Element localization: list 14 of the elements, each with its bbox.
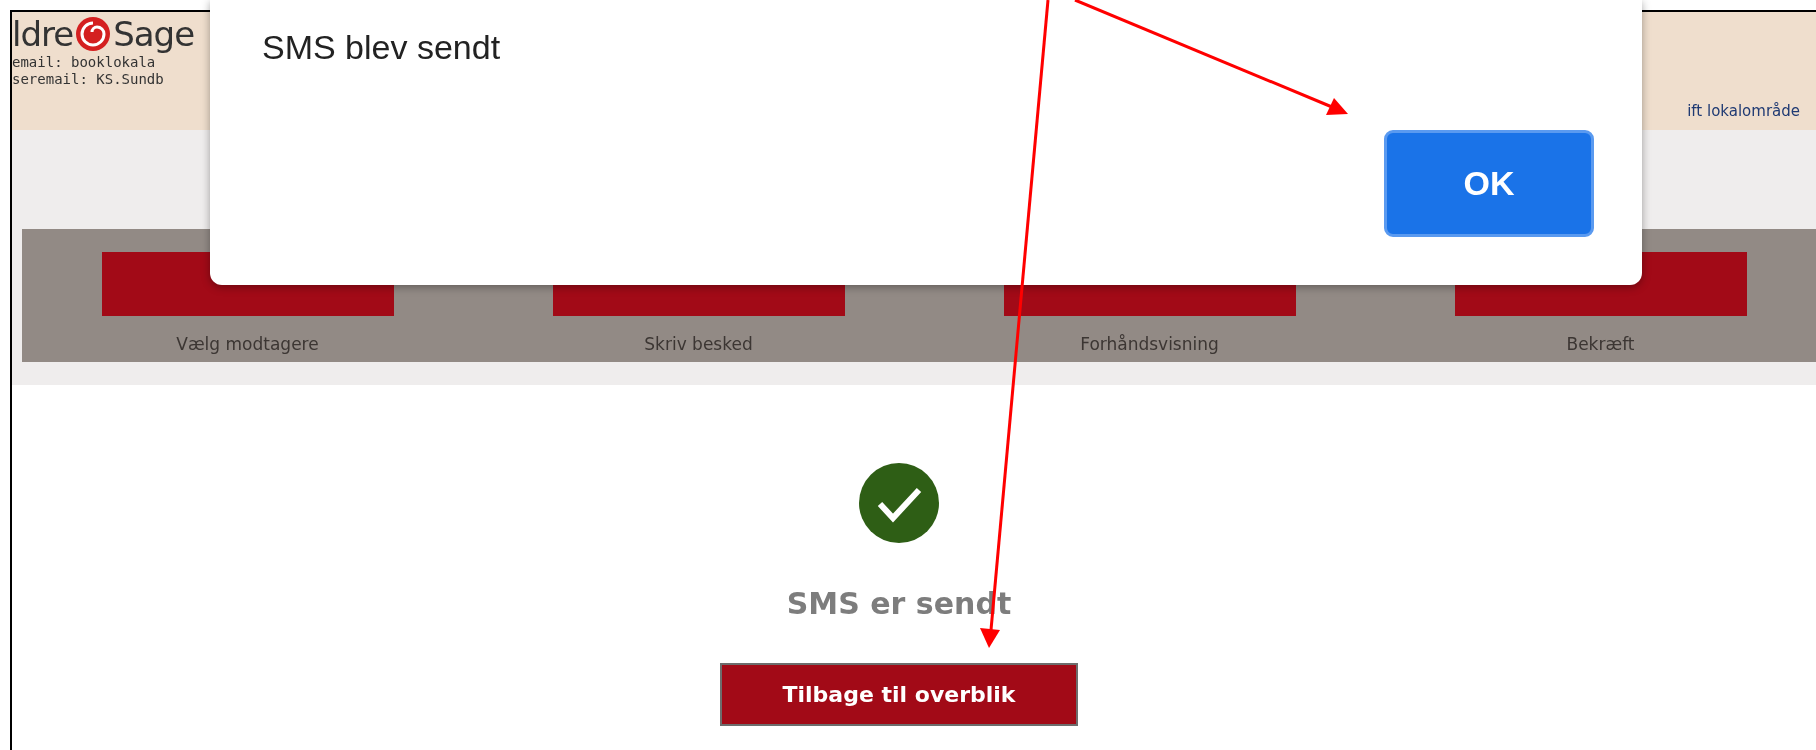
logo-text: ldre — [12, 14, 74, 54]
swirl-logo-icon — [75, 16, 112, 52]
contact-email-text: seremail: KS.Sundb — [12, 71, 165, 88]
step-label: Bekræft — [1566, 334, 1635, 354]
check-icon — [858, 462, 940, 544]
step-label: Skriv besked — [644, 334, 753, 354]
step-label: Forhåndsvisning — [1080, 334, 1219, 354]
dialog-message: SMS blev sendt — [262, 28, 501, 67]
step-label: Vælg modtagere — [176, 334, 319, 354]
back-button[interactable]: Tilbage til overblik — [720, 663, 1078, 726]
area-link[interactable]: ift lokalområde — [1687, 102, 1800, 120]
ok-button[interactable]: OK — [1384, 130, 1594, 237]
contact-email-text: email: booklokala — [12, 54, 157, 71]
logo-text: Sage — [113, 14, 195, 54]
